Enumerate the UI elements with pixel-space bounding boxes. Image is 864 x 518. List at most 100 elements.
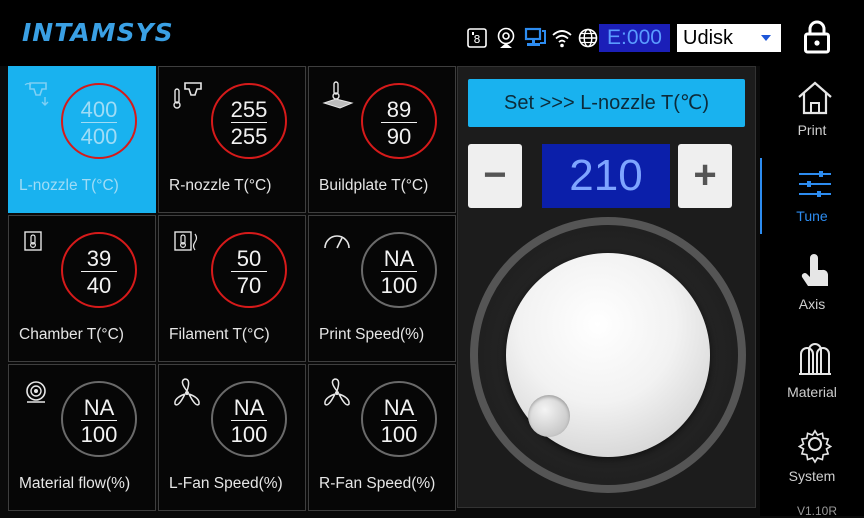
adjust-panel: Set >>> L-nozzle T(℃) − 210 + <box>457 66 756 508</box>
current-value: 89 <box>386 97 412 122</box>
tile-r-nozzle-temp[interactable]: 255 255 R-nozzle T(°C) <box>158 66 306 213</box>
fraction-bar <box>231 271 267 272</box>
nav-label: Print <box>797 122 827 138</box>
nozzle-icon <box>171 79 205 113</box>
target-value: 100 <box>380 273 418 298</box>
sd-card-icon[interactable]: 8 <box>466 27 488 49</box>
value-ring: 255 255 <box>211 83 287 159</box>
decrement-button[interactable]: − <box>468 144 522 208</box>
fan-icon <box>321 377 355 411</box>
nav-item-print[interactable]: Print <box>760 72 864 154</box>
tile-chamber-temp[interactable]: 39 40 Chamber T(°C) <box>8 215 156 362</box>
value-ring: 400 400 <box>61 83 137 159</box>
tile-l-nozzle-temp[interactable]: 400 400 L-nozzle T(°C) <box>8 66 156 213</box>
tile-l-fan-speed[interactable]: NA 100 L-Fan Speed(%) <box>158 364 306 511</box>
wifi-icon[interactable] <box>551 27 573 49</box>
tile-label: Chamber T(°C) <box>19 326 124 343</box>
fan-icon <box>171 377 205 411</box>
current-value: NA <box>383 395 415 420</box>
nav-item-axis[interactable]: Axis <box>760 246 864 328</box>
storage-select-value: Udisk <box>683 27 734 49</box>
current-value: NA <box>383 246 415 271</box>
value-ring: NA 100 <box>61 381 137 457</box>
value-ring: NA 100 <box>361 381 437 457</box>
filament-temp-icon <box>171 228 205 262</box>
target-value: 100 <box>80 422 118 447</box>
value-ring: NA 100 <box>211 381 287 457</box>
lock-icon[interactable] <box>803 19 831 55</box>
current-value: 39 <box>86 246 112 271</box>
webcam-icon[interactable] <box>495 27 517 49</box>
tile-label: Print Speed(%) <box>319 326 425 343</box>
fraction-bar <box>381 122 417 123</box>
fraction-bar <box>381 420 417 421</box>
tile-material-flow[interactable]: NA 100 Material flow(%) <box>8 364 156 511</box>
value-ring: 89 90 <box>361 83 437 159</box>
tile-r-fan-speed[interactable]: NA 100 R-Fan Speed(%) <box>308 364 456 511</box>
spool-icon <box>21 377 55 411</box>
nav-label: System <box>788 468 836 484</box>
value-ring: 50 70 <box>211 232 287 308</box>
tile-label: Filament T(°C) <box>169 326 270 343</box>
current-value: 50 <box>236 246 262 271</box>
tile-label: Buildplate T(°C) <box>319 177 429 194</box>
fraction-bar <box>81 271 117 272</box>
nav-label: Tune <box>796 208 828 224</box>
tile-label: L-Fan Speed(%) <box>169 475 283 492</box>
nav-item-material[interactable]: Material <box>760 334 864 416</box>
fraction-bar <box>81 420 117 421</box>
tile-label: R-Fan Speed(%) <box>319 475 436 492</box>
nav-label: Axis <box>798 296 826 312</box>
nav-label: Material <box>787 384 837 400</box>
parameter-grid: 400 400 L-nozzle T(°C) 255 255 R-nozzle … <box>8 66 456 511</box>
gear-icon <box>797 429 833 464</box>
fraction-bar <box>81 122 117 123</box>
storage-select[interactable]: Udisk <box>677 24 781 52</box>
dial-knob-handle[interactable] <box>528 395 570 437</box>
tile-label: Material flow(%) <box>19 475 131 492</box>
current-value: 400 <box>80 97 118 122</box>
chamber-icon <box>21 228 55 262</box>
nav-item-system[interactable]: System <box>760 418 864 500</box>
fraction-bar <box>381 271 417 272</box>
target-value: 400 <box>80 124 118 149</box>
target-value: 70 <box>236 273 262 298</box>
value-ring: 39 40 <box>61 232 137 308</box>
buildplate-icon <box>321 79 355 113</box>
tile-filament-temp[interactable]: 50 70 Filament T(°C) <box>158 215 306 362</box>
hand-pointer-icon <box>801 254 829 286</box>
current-value: NA <box>233 395 265 420</box>
home-icon <box>798 81 832 115</box>
target-value: 100 <box>380 422 418 447</box>
spools-icon <box>799 343 831 375</box>
current-value: NA <box>83 395 115 420</box>
chevron-down-icon <box>761 35 771 41</box>
tile-print-speed[interactable]: NA 100 Print Speed(%) <box>308 215 456 362</box>
value-ring: NA 100 <box>361 232 437 308</box>
error-code-badge[interactable]: E:000 <box>599 24 670 52</box>
target-value: 100 <box>230 422 268 447</box>
globe-icon[interactable] <box>577 27 599 49</box>
speed-gauge-icon <box>321 228 355 262</box>
increment-button[interactable]: + <box>678 144 732 208</box>
fraction-bar <box>231 122 267 123</box>
network-lan-icon[interactable] <box>524 27 546 49</box>
current-value: 255 <box>230 97 268 122</box>
top-bar: INTAMSYS 8 E:000 Udisk <box>0 0 864 66</box>
set-target-button[interactable]: Set >>> L-nozzle T(℃) <box>468 79 745 127</box>
nozzle-icon <box>21 79 55 113</box>
sliders-icon <box>799 171 831 197</box>
dial-knob[interactable] <box>470 217 746 493</box>
tile-buildplate-temp[interactable]: 89 90 Buildplate T(°C) <box>308 66 456 213</box>
nav-item-tune[interactable]: Tune <box>760 158 864 240</box>
side-nav: Print Tune Axis Material System V1.10R <box>760 66 864 518</box>
svg-text:8: 8 <box>474 33 481 46</box>
tile-label: L-nozzle T(°C) <box>19 177 119 194</box>
target-value: 255 <box>230 124 268 149</box>
fraction-bar <box>231 420 267 421</box>
tile-label: R-nozzle T(°C) <box>169 177 272 194</box>
target-value: 90 <box>386 124 412 149</box>
target-value: 40 <box>86 273 112 298</box>
target-value-display[interactable]: 210 <box>542 144 670 208</box>
brand-logo: INTAMSYS <box>22 18 174 47</box>
